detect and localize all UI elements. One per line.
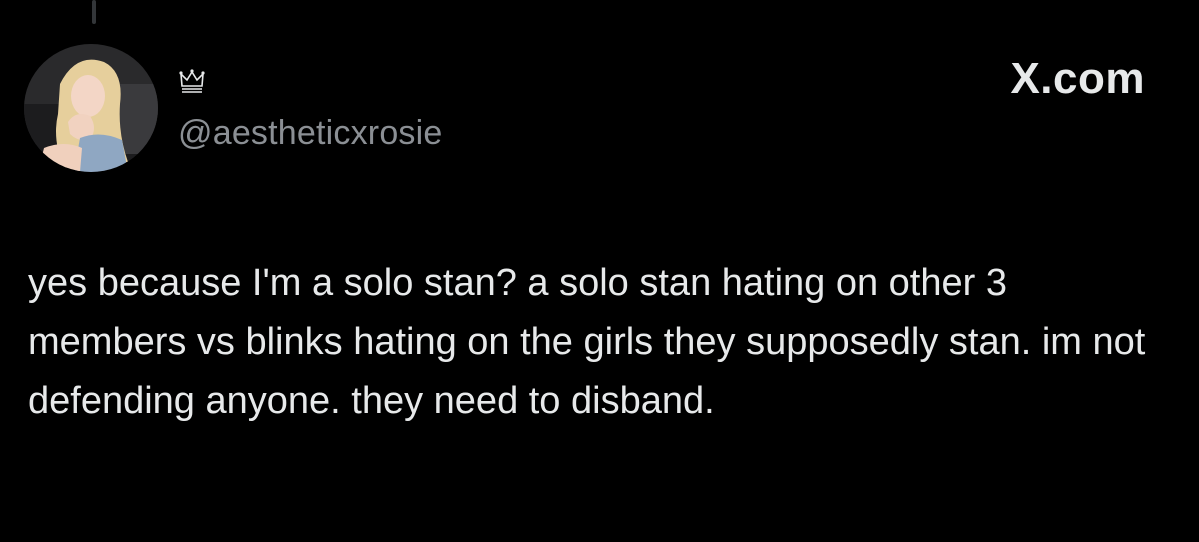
- display-name[interactable]: [178, 66, 206, 94]
- user-handle[interactable]: @aestheticxrosie: [178, 114, 443, 153]
- avatar[interactable]: [24, 44, 158, 172]
- thread-connector-line: [92, 0, 96, 24]
- crown-icon: [179, 69, 205, 93]
- avatar-image: [24, 44, 158, 172]
- tweet-text: yes because I'm a solo stan? a solo stan…: [28, 262, 1146, 422]
- x-logo: X.com: [1010, 54, 1145, 103]
